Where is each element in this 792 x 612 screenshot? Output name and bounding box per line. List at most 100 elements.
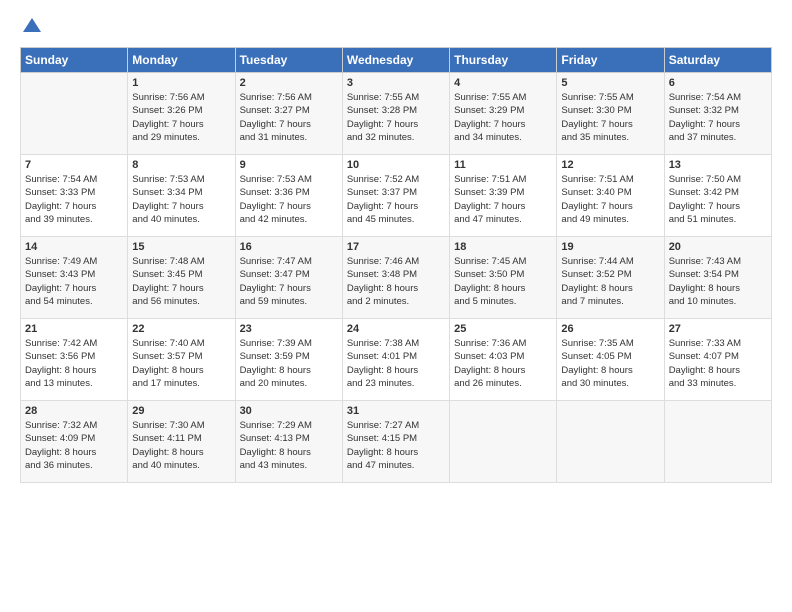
day-number: 3 <box>347 77 445 89</box>
calendar-week-row: 28 Sunrise: 7:32 AM Sunset: 4:09 PM Dayli… <box>21 401 772 483</box>
cell-info: Sunrise: 7:44 AM Sunset: 3:52 PM Dayligh… <box>561 255 659 308</box>
day-number: 20 <box>669 241 767 253</box>
calendar-cell: 6 Sunrise: 7:54 AM Sunset: 3:32 PM Daylig… <box>664 73 771 155</box>
day-number: 6 <box>669 77 767 89</box>
calendar-cell: 10 Sunrise: 7:52 AM Sunset: 3:37 PM Dayli… <box>342 155 449 237</box>
header-day: Thursday <box>450 48 557 73</box>
day-number: 7 <box>25 159 123 171</box>
calendar-cell: 22 Sunrise: 7:40 AM Sunset: 3:57 PM Dayli… <box>128 319 235 401</box>
calendar-cell: 21Sunrise: 7:42 AM Sunset: 3:56 PM Dayli… <box>21 319 128 401</box>
cell-info: Sunrise: 7:35 AM Sunset: 4:05 PM Dayligh… <box>561 337 659 390</box>
day-number: 22 <box>132 323 230 335</box>
cell-info: Sunrise: 7:51 AM Sunset: 3:39 PM Dayligh… <box>454 173 552 226</box>
calendar-cell: 5 Sunrise: 7:55 AM Sunset: 3:30 PM Daylig… <box>557 73 664 155</box>
cell-info: Sunrise: 7:36 AM Sunset: 4:03 PM Dayligh… <box>454 337 552 390</box>
cell-info: Sunrise: 7:39 AM Sunset: 3:59 PM Dayligh… <box>240 337 338 390</box>
calendar-cell: 30Sunrise: 7:29 AM Sunset: 4:13 PM Dayli… <box>235 401 342 483</box>
calendar-week-row: 7 Sunrise: 7:54 AM Sunset: 3:33 PM Daylig… <box>21 155 772 237</box>
cell-info: Sunrise: 7:56 AM Sunset: 3:26 PM Dayligh… <box>132 91 230 144</box>
calendar-cell: 26 Sunrise: 7:35 AM Sunset: 4:05 PM Dayli… <box>557 319 664 401</box>
header-day: Sunday <box>21 48 128 73</box>
calendar-cell: 16 Sunrise: 7:47 AM Sunset: 3:47 PM Dayli… <box>235 237 342 319</box>
cell-info: Sunrise: 7:42 AM Sunset: 3:56 PM Dayligh… <box>25 337 123 390</box>
calendar-cell <box>21 73 128 155</box>
cell-info: Sunrise: 7:52 AM Sunset: 3:37 PM Dayligh… <box>347 173 445 226</box>
day-number: 10 <box>347 159 445 171</box>
calendar-cell: 27 Sunrise: 7:33 AM Sunset: 4:07 PM Dayli… <box>664 319 771 401</box>
calendar-cell: 13 Sunrise: 7:50 AM Sunset: 3:42 PM Dayli… <box>664 155 771 237</box>
cell-info: Sunrise: 7:49 AM Sunset: 3:43 PM Dayligh… <box>25 255 123 308</box>
day-number: 2 <box>240 77 338 89</box>
calendar-week-row: 1 Sunrise: 7:56 AM Sunset: 3:26 PM Daylig… <box>21 73 772 155</box>
calendar-cell: 24Sunrise: 7:38 AM Sunset: 4:01 PM Dayli… <box>342 319 449 401</box>
day-number: 29 <box>132 405 230 417</box>
cell-info: Sunrise: 7:55 AM Sunset: 3:30 PM Dayligh… <box>561 91 659 144</box>
header-day: Friday <box>557 48 664 73</box>
page: SundayMondayTuesdayWednesdayThursdayFrid… <box>0 0 792 493</box>
calendar-cell: 17 Sunrise: 7:46 AM Sunset: 3:48 PM Dayli… <box>342 237 449 319</box>
header-day: Tuesday <box>235 48 342 73</box>
calendar-cell: 23 Sunrise: 7:39 AM Sunset: 3:59 PM Dayli… <box>235 319 342 401</box>
cell-info: Sunrise: 7:46 AM Sunset: 3:48 PM Dayligh… <box>347 255 445 308</box>
day-number: 11 <box>454 159 552 171</box>
calendar-cell: 20 Sunrise: 7:43 AM Sunset: 3:54 PM Dayli… <box>664 237 771 319</box>
header <box>20 16 772 37</box>
cell-info: Sunrise: 7:54 AM Sunset: 3:33 PM Dayligh… <box>25 173 123 226</box>
day-number: 24 <box>347 323 445 335</box>
day-number: 26 <box>561 323 659 335</box>
day-number: 19 <box>561 241 659 253</box>
cell-info: Sunrise: 7:56 AM Sunset: 3:27 PM Dayligh… <box>240 91 338 144</box>
calendar-table: SundayMondayTuesdayWednesdayThursdayFrid… <box>20 47 772 483</box>
day-number: 28 <box>25 405 123 417</box>
day-number: 4 <box>454 77 552 89</box>
header-day: Monday <box>128 48 235 73</box>
day-number: 18 <box>454 241 552 253</box>
cell-info: Sunrise: 7:53 AM Sunset: 3:34 PM Dayligh… <box>132 173 230 226</box>
cell-info: Sunrise: 7:50 AM Sunset: 3:42 PM Dayligh… <box>669 173 767 226</box>
day-number: 13 <box>669 159 767 171</box>
calendar-cell: 4 Sunrise: 7:55 AM Sunset: 3:29 PM Daylig… <box>450 73 557 155</box>
calendar-cell: 31 Sunrise: 7:27 AM Sunset: 4:15 PM Dayli… <box>342 401 449 483</box>
cell-info: Sunrise: 7:47 AM Sunset: 3:47 PM Dayligh… <box>240 255 338 308</box>
calendar-cell: 14 Sunrise: 7:49 AM Sunset: 3:43 PM Dayli… <box>21 237 128 319</box>
day-number: 23 <box>240 323 338 335</box>
cell-info: Sunrise: 7:40 AM Sunset: 3:57 PM Dayligh… <box>132 337 230 390</box>
day-number: 31 <box>347 405 445 417</box>
day-number: 15 <box>132 241 230 253</box>
calendar-cell: 15 Sunrise: 7:48 AM Sunset: 3:45 PM Dayli… <box>128 237 235 319</box>
day-number: 27 <box>669 323 767 335</box>
calendar-cell: 25Sunrise: 7:36 AM Sunset: 4:03 PM Dayli… <box>450 319 557 401</box>
cell-info: Sunrise: 7:33 AM Sunset: 4:07 PM Dayligh… <box>669 337 767 390</box>
calendar-cell: 9 Sunrise: 7:53 AM Sunset: 3:36 PM Daylig… <box>235 155 342 237</box>
calendar-cell: 11 Sunrise: 7:51 AM Sunset: 3:39 PM Dayli… <box>450 155 557 237</box>
header-day: Saturday <box>664 48 771 73</box>
calendar-cell: 12Sunrise: 7:51 AM Sunset: 3:40 PM Dayli… <box>557 155 664 237</box>
calendar-cell: 29Sunrise: 7:30 AM Sunset: 4:11 PM Dayli… <box>128 401 235 483</box>
day-number: 14 <box>25 241 123 253</box>
calendar-cell: 7 Sunrise: 7:54 AM Sunset: 3:33 PM Daylig… <box>21 155 128 237</box>
calendar-cell: 2 Sunrise: 7:56 AM Sunset: 3:27 PM Daylig… <box>235 73 342 155</box>
cell-info: Sunrise: 7:27 AM Sunset: 4:15 PM Dayligh… <box>347 419 445 472</box>
calendar-cell: 18Sunrise: 7:45 AM Sunset: 3:50 PM Dayli… <box>450 237 557 319</box>
cell-info: Sunrise: 7:48 AM Sunset: 3:45 PM Dayligh… <box>132 255 230 308</box>
calendar-cell: 19 Sunrise: 7:44 AM Sunset: 3:52 PM Dayli… <box>557 237 664 319</box>
calendar-cell: 8Sunrise: 7:53 AM Sunset: 3:34 PM Daylig… <box>128 155 235 237</box>
calendar-cell <box>557 401 664 483</box>
day-number: 5 <box>561 77 659 89</box>
day-number: 30 <box>240 405 338 417</box>
cell-info: Sunrise: 7:53 AM Sunset: 3:36 PM Dayligh… <box>240 173 338 226</box>
cell-info: Sunrise: 7:43 AM Sunset: 3:54 PM Dayligh… <box>669 255 767 308</box>
cell-info: Sunrise: 7:32 AM Sunset: 4:09 PM Dayligh… <box>25 419 123 472</box>
day-number: 17 <box>347 241 445 253</box>
calendar-cell <box>664 401 771 483</box>
cell-info: Sunrise: 7:55 AM Sunset: 3:28 PM Dayligh… <box>347 91 445 144</box>
logo-triangle-icon <box>23 18 41 32</box>
calendar-week-row: 21Sunrise: 7:42 AM Sunset: 3:56 PM Dayli… <box>21 319 772 401</box>
day-number: 9 <box>240 159 338 171</box>
cell-info: Sunrise: 7:55 AM Sunset: 3:29 PM Dayligh… <box>454 91 552 144</box>
cell-info: Sunrise: 7:51 AM Sunset: 3:40 PM Dayligh… <box>561 173 659 226</box>
calendar-cell: 1 Sunrise: 7:56 AM Sunset: 3:26 PM Daylig… <box>128 73 235 155</box>
day-number: 1 <box>132 77 230 89</box>
cell-info: Sunrise: 7:54 AM Sunset: 3:32 PM Dayligh… <box>669 91 767 144</box>
day-number: 16 <box>240 241 338 253</box>
